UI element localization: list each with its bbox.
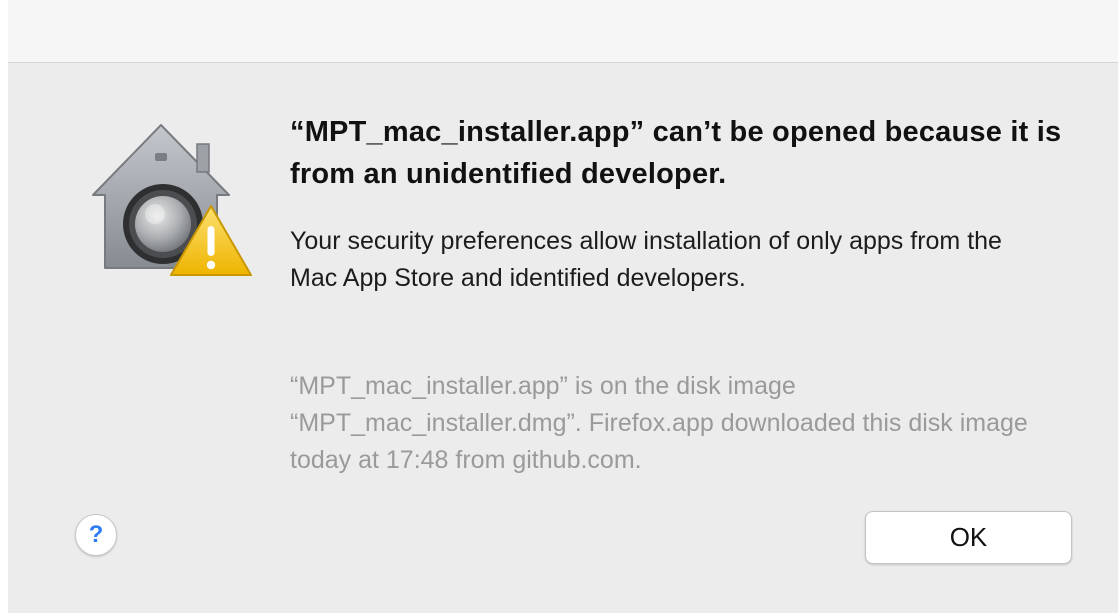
alert-dialog: “MPT_mac_installer.app” can’t be opened … [8,63,1118,613]
help-button[interactable]: ? [75,514,117,556]
alert-message: Your security preferences allow installa… [290,227,1002,292]
alert-info-text: “MPT_mac_installer.app” is on the disk i… [290,372,1028,474]
window-titlebar [8,0,1118,63]
alert-headline: “MPT_mac_installer.app” can’t be opened … [290,116,1062,190]
gatekeeper-security-warning-icon [83,120,253,280]
ok-button[interactable]: OK [865,511,1072,564]
help-question-icon: ? [88,521,104,548]
